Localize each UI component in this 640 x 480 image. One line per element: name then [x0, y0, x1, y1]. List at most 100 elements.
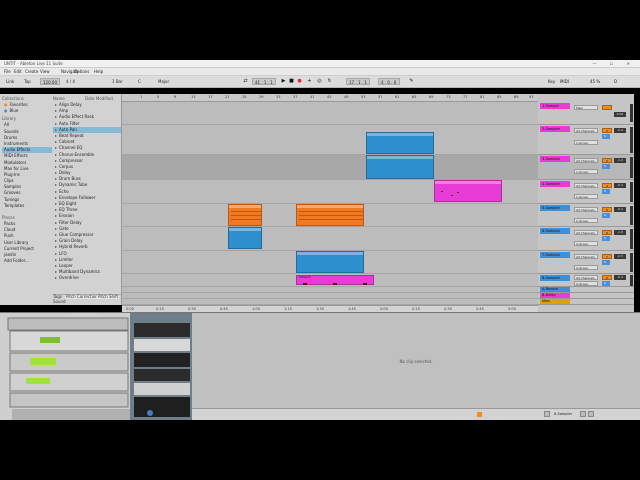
track-name[interactable]: 3-Sampler: [540, 156, 570, 162]
input-select[interactable]: All Channels: [574, 254, 598, 259]
place-add-folder[interactable]: Add Folder...: [2, 258, 52, 264]
loop-icon[interactable]: ↻: [326, 78, 333, 85]
track-activator[interactable]: 4: [602, 183, 612, 188]
track-lane-4[interactable]: [122, 180, 538, 204]
track-name[interactable]: 6-Sampler: [540, 228, 570, 234]
track-view-toggle-icon[interactable]: [544, 411, 550, 417]
input-select[interactable]: All Channels: [574, 128, 598, 133]
volume-value[interactable]: -0.4: [614, 128, 626, 133]
return-name[interactable]: B-Delay: [540, 293, 570, 298]
menu-create[interactable]: Create: [25, 69, 38, 74]
collection-blue[interactable]: Blue: [2, 108, 52, 114]
track-lane-6[interactable]: [122, 227, 538, 251]
midi-clip[interactable]: [366, 155, 434, 179]
output-select[interactable]: 2-Group: [574, 265, 598, 270]
solo-button[interactable]: S: [602, 260, 610, 265]
key-select[interactable]: C: [138, 79, 141, 84]
track-activator[interactable]: 7: [602, 254, 612, 259]
track-header-1[interactable]: 1-Sample Main 0.00: [538, 102, 634, 125]
track-name[interactable]: 2-Sampler: [540, 126, 570, 132]
track-header-5[interactable]: 5-Sampler All Channels 2-Group 5 S -0.2: [538, 204, 634, 227]
stop-icon[interactable]: ■: [288, 78, 295, 85]
record-icon[interactable]: ●: [296, 78, 303, 85]
midi-clip[interactable]: [296, 204, 364, 226]
solo-button[interactable]: S: [602, 213, 610, 218]
device-view-toggle-icon[interactable]: [588, 411, 594, 417]
menu-options[interactable]: Help: [94, 69, 103, 74]
volume-value[interactable]: -0.2: [614, 207, 626, 212]
song-position[interactable]: 41 . 1 . 1: [252, 78, 276, 85]
menu-file[interactable]: File: [4, 69, 11, 74]
track-activator[interactable]: 3: [602, 158, 612, 163]
output-select[interactable]: 2-Group: [574, 218, 598, 223]
detail-view[interactable]: No clip selected.: [192, 313, 640, 408]
input-select[interactable]: All Channels: [574, 183, 598, 188]
library-templates[interactable]: Templates: [2, 203, 52, 209]
midi-clip[interactable]: [434, 180, 502, 202]
arrangement-view[interactable]: 2-Bass Fx: [122, 94, 538, 305]
track-name[interactable]: 8-Sampler: [540, 275, 570, 281]
track-lane-8[interactable]: 2-Bass Fx: [122, 274, 538, 287]
track-header-6[interactable]: 6-Sampler All Channels 2-Group 6 S -1.8: [538, 227, 634, 251]
output-select[interactable]: 2-Group: [574, 241, 598, 246]
solo-button[interactable]: S: [602, 164, 610, 169]
track-name[interactable]: 4-Sampler: [540, 181, 570, 187]
record-indicator[interactable]: [477, 412, 482, 417]
tempo-field[interactable]: 120.00: [40, 78, 60, 85]
midi-clip[interactable]: [228, 227, 262, 249]
main-track-name[interactable]: Main: [540, 299, 570, 304]
track-activator[interactable]: 2: [602, 128, 612, 133]
overdub-icon[interactable]: +: [306, 78, 313, 85]
menu-playback[interactable]: View: [40, 69, 50, 74]
track-activator[interactable]: 6: [602, 230, 612, 235]
midi-map-button[interactable]: MIDI: [560, 79, 569, 84]
input-select[interactable]: All Channels: [574, 158, 598, 163]
track-lane-5[interactable]: [122, 204, 538, 227]
output-select[interactable]: 1-Group: [574, 194, 598, 199]
output-select[interactable]: 1-Group: [574, 169, 598, 174]
track-lane-7[interactable]: [122, 251, 538, 274]
track-lane-3-selected[interactable]: [122, 155, 538, 180]
input-select[interactable]: Main: [574, 105, 598, 110]
quantize-select[interactable]: 1 Bar: [112, 79, 123, 84]
solo-button[interactable]: S: [602, 281, 610, 286]
time-ruler[interactable]: 0:00 0:15 0:30 0:45 1:00 1:15 1:30 1:45 …: [122, 305, 538, 312]
track-name[interactable]: 5-Sampler: [540, 205, 570, 211]
automation-arm-icon[interactable]: ◎: [316, 78, 323, 85]
follow-icon[interactable]: ⇄: [242, 78, 249, 85]
solo-button[interactable]: S: [602, 189, 610, 194]
link-button[interactable]: Link: [6, 79, 14, 84]
menu-navigate[interactable]: Options: [74, 69, 89, 74]
window-controls[interactable]: — ☐ ✕: [593, 61, 636, 66]
input-select[interactable]: All Channels: [574, 230, 598, 235]
beat-ruler[interactable]: 1 5 9 13 17 21 25 29 33 37 41 45 49 53 5…: [122, 94, 538, 102]
clip-view-toggle-icon[interactable]: [580, 411, 586, 417]
track-activator[interactable]: 5: [602, 207, 612, 212]
scale-select[interactable]: Major: [158, 79, 169, 84]
device-item[interactable]: Overdrive: [53, 275, 121, 281]
solo-button[interactable]: S: [602, 236, 610, 241]
input-select[interactable]: All Channels: [574, 207, 598, 212]
time-signature[interactable]: 4 / 4: [66, 79, 75, 84]
tag-pitch-shift[interactable]: Pitch Shift: [97, 295, 120, 299]
main-track-header[interactable]: Main: [538, 299, 634, 305]
volume-value[interactable]: -1.8: [614, 230, 626, 235]
volume-value[interactable]: -1.0: [614, 158, 626, 163]
volume-value[interactable]: -0.5: [614, 254, 626, 259]
play-icon[interactable]: ▶: [280, 78, 287, 85]
loop-start-field[interactable]: 17 . 1 . 1: [346, 78, 370, 85]
tap-button[interactable]: Tap: [24, 79, 31, 84]
audio-clip[interactable]: 2-Bass Fx: [296, 275, 374, 285]
track-header-8[interactable]: 8-Sampler All Channels 2-Group 8 S -0.4: [538, 274, 634, 287]
track-header-4[interactable]: 4-Sampler All Channels 1-Group 4 S -0.4: [538, 180, 634, 204]
track-header-3[interactable]: 3-Sampler All Channels 1-Group 3 S -1.0: [538, 155, 634, 180]
draw-mode-icon[interactable]: ✎: [408, 78, 415, 85]
name-column-header[interactable]: Name: [53, 96, 65, 101]
track-activator[interactable]: 8: [602, 275, 612, 280]
track-activator[interactable]: [602, 105, 612, 110]
volume-value[interactable]: -0.4: [614, 275, 626, 280]
track-name[interactable]: 7-Sampler: [540, 252, 570, 258]
return-name[interactable]: A-Reverb: [540, 287, 570, 292]
volume-value[interactable]: 0.00: [614, 112, 626, 117]
midi-clip[interactable]: [228, 204, 262, 226]
